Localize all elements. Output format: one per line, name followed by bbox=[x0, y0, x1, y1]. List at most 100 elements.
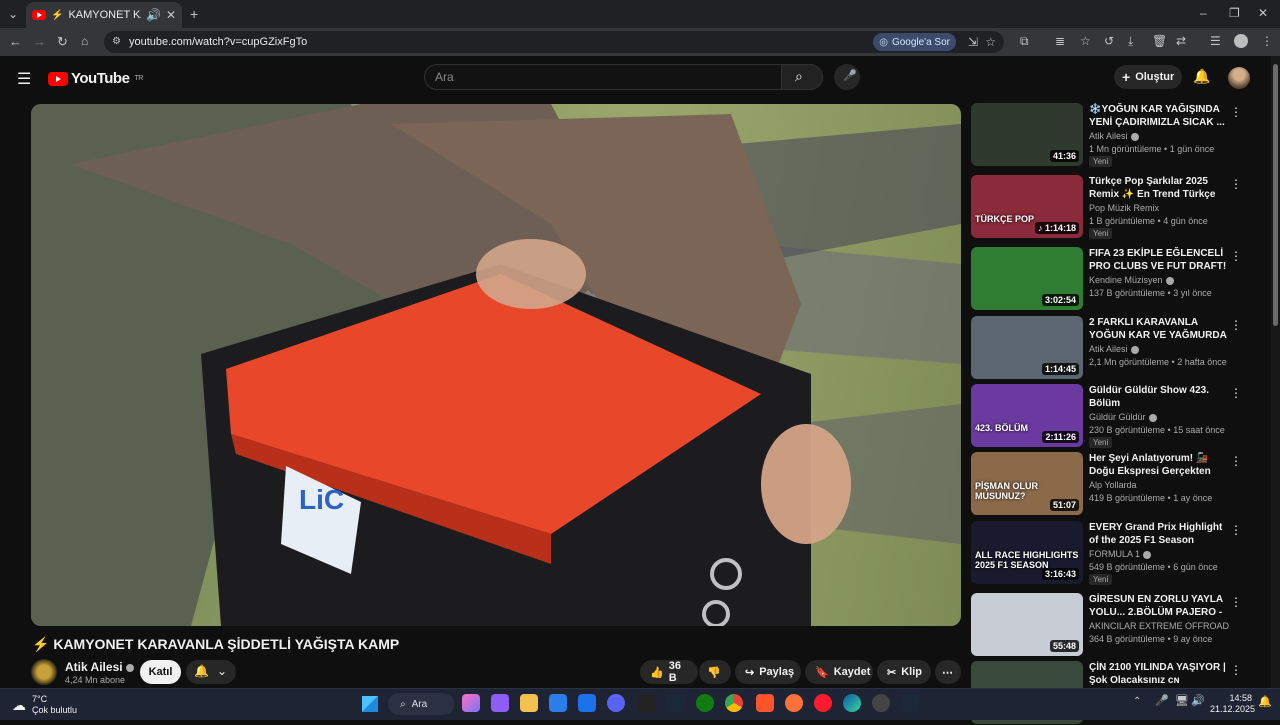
hamburger-menu-icon[interactable]: ☰ bbox=[17, 69, 31, 89]
recommendation-item[interactable]: 3:02:54 FIFA 23 EKİPLE EĞLENCELİ PRO CLUB… bbox=[971, 247, 1243, 311]
more-vertical-icon[interactable]: ⋮ bbox=[1230, 105, 1242, 119]
mail-icon[interactable] bbox=[578, 694, 596, 712]
window-close-icon[interactable]: ✕ bbox=[1258, 7, 1268, 19]
xbox-icon[interactable] bbox=[696, 694, 714, 712]
epic-games-icon[interactable] bbox=[638, 694, 656, 712]
like-button[interactable]: 👍 36 B bbox=[640, 660, 698, 684]
restore-icon[interactable]: ❐ bbox=[1229, 7, 1240, 19]
recommendation-title[interactable]: FIFA 23 EKİPLE EĞLENCELİ PRO CLUBS VE FU… bbox=[1089, 247, 1229, 273]
favorites-icon[interactable]: ☆ bbox=[1080, 35, 1091, 47]
notifications-bell-icon[interactable]: 🔔 bbox=[1193, 68, 1210, 85]
account-avatar[interactable] bbox=[1228, 67, 1250, 89]
video-thumbnail[interactable]: 3:02:54 bbox=[971, 247, 1083, 310]
new-tab-icon[interactable]: + bbox=[190, 7, 198, 21]
extensions-icon[interactable]: ⧉ bbox=[1020, 35, 1029, 47]
more-vertical-icon[interactable]: ⋮ bbox=[1230, 454, 1242, 468]
dislike-button[interactable]: 👎 bbox=[699, 660, 731, 684]
recommendation-channel[interactable]: Kendine Müzisyen bbox=[1089, 275, 1174, 285]
recommendation-title[interactable]: 2 FARKLI KARAVANLA YOĞUN KAR VE YAĞMURDA… bbox=[1089, 316, 1229, 342]
recommendation-channel[interactable]: AKINCILAR EXTREME OFFROAD bbox=[1089, 621, 1229, 631]
site-info-icon[interactable]: ⚙ bbox=[112, 37, 121, 47]
video-thumbnail[interactable]: PİŞMAN OLUR MUSUNUZ? 51:07 bbox=[971, 452, 1083, 515]
more-vertical-icon[interactable]: ⋮ bbox=[1230, 386, 1242, 400]
app-icon[interactable] bbox=[872, 694, 890, 712]
tab-close-icon[interactable]: ✕ bbox=[166, 9, 176, 21]
recommendation-title[interactable]: GİRESUN EN ZORLU YAYLA YOLU... 2.BÖLÜM P… bbox=[1089, 593, 1229, 619]
recommendation-title[interactable]: ❄️YOĞUN KAR YAĞIŞINDA YENİ ÇADIRIMIZLA S… bbox=[1089, 103, 1229, 129]
taskbar-clock[interactable]: 14:58 21.12.2025 bbox=[1210, 693, 1255, 715]
windows-start-icon[interactable] bbox=[362, 696, 378, 712]
recommendation-title[interactable]: EVERY Grand Prix Highlight of the 2025 F… bbox=[1089, 521, 1229, 547]
file-explorer-icon[interactable] bbox=[520, 694, 538, 712]
taskbar-search[interactable]: ⌕ Ara bbox=[388, 693, 454, 715]
minimize-icon[interactable]: – bbox=[1200, 7, 1207, 19]
recommendation-title[interactable]: Türkçe Pop Şarkılar 2025 Remix ✨ En Tren… bbox=[1089, 175, 1229, 201]
recommendation-channel[interactable]: Pop Müzik Remix bbox=[1089, 203, 1159, 213]
video-thumbnail[interactable]: 55:48 bbox=[971, 593, 1083, 656]
network-icon[interactable]: 🖥 bbox=[1175, 696, 1189, 707]
search-input[interactable]: Ara bbox=[424, 64, 782, 90]
recommendation-title[interactable]: Güldür Güldür Show 423. Bölüm bbox=[1089, 384, 1229, 410]
google-ask-button[interactable]: ◎ Google'a Sor bbox=[873, 33, 956, 51]
more-vertical-icon[interactable]: ⋮ bbox=[1230, 523, 1242, 537]
recommendation-item[interactable]: 41:36 ❄️YOĞUN KAR YAĞIŞINDA YENİ ÇADIRIMI… bbox=[971, 103, 1243, 167]
speaker-icon[interactable]: 🔊 bbox=[146, 9, 161, 21]
video-thumbnail[interactable]: 41:36 bbox=[971, 103, 1083, 166]
subscription-bell-button[interactable]: 🔔 ⌄ bbox=[186, 660, 236, 684]
volume-icon[interactable]: 🔊 bbox=[1191, 696, 1205, 707]
more-vertical-icon[interactable]: ⋮ bbox=[1230, 249, 1242, 263]
recommendation-item[interactable]: ALL RACE HIGHLIGHTS 2025 F1 SEASON 3:16:4… bbox=[971, 521, 1243, 585]
menu-dots-icon[interactable]: ⋮ bbox=[1261, 35, 1273, 47]
app-icon[interactable] bbox=[491, 694, 509, 712]
recommendation-item[interactable]: 1:14:45 2 FARKLI KARAVANLA YOĞUN KAR VE Y… bbox=[971, 316, 1243, 380]
channel-avatar[interactable] bbox=[31, 659, 57, 685]
video-thumbnail[interactable]: TÜRKÇE POP ♪ 1:14:18 bbox=[971, 175, 1083, 238]
translate-icon[interactable]: ⇄ bbox=[1176, 35, 1186, 47]
opera-icon[interactable] bbox=[814, 694, 832, 712]
profile-avatar[interactable] bbox=[1234, 34, 1248, 48]
bookmark-star-icon[interactable]: ☆ bbox=[985, 36, 996, 48]
voice-search-button[interactable]: 🎤 bbox=[834, 64, 860, 90]
address-bar[interactable]: ⚙ youtube.com/watch?v=cupGZixFgTo ◎ Goog… bbox=[104, 31, 1004, 53]
more-actions-button[interactable]: ⋯ bbox=[935, 660, 961, 684]
scrollbar-thumb[interactable] bbox=[1273, 64, 1278, 326]
back-icon[interactable]: ← bbox=[9, 35, 22, 48]
brave-icon[interactable] bbox=[756, 694, 774, 712]
forward-icon[interactable]: → bbox=[33, 35, 46, 48]
share-button[interactable]: ↪ Paylaş bbox=[735, 660, 801, 684]
youtube-logo[interactable]: YouTube TR bbox=[48, 70, 143, 87]
weather-widget[interactable]: ☁ 7°C Çok bulutlu bbox=[12, 694, 77, 716]
search-button[interactable]: ⌕ bbox=[781, 64, 823, 90]
download-icon[interactable]: ⤓ bbox=[1128, 35, 1133, 47]
tray-chevron-icon[interactable]: ⌃ bbox=[1133, 697, 1141, 707]
channel-name[interactable]: Atik Ailesi bbox=[65, 660, 134, 674]
recommendation-item[interactable]: 55:48 GİRESUN EN ZORLU YAYLA YOLU... 2.BÖ… bbox=[971, 593, 1243, 657]
recommendation-title[interactable]: ÇİN 2100 YILINDA YAŞIYOR | Şok Olacaksın… bbox=[1089, 661, 1229, 687]
recommendation-title[interactable]: Her Şeyi Anlatıyorum! 🚂 Doğu Ekspresi Ge… bbox=[1089, 452, 1229, 478]
recommendation-channel[interactable]: Güldür Güldür bbox=[1089, 412, 1157, 422]
history-icon[interactable]: ↺ bbox=[1104, 35, 1114, 47]
more-vertical-icon[interactable]: ⋮ bbox=[1230, 595, 1242, 609]
create-button[interactable]: + Oluştur bbox=[1114, 65, 1182, 89]
recommendation-item[interactable]: PİŞMAN OLUR MUSUNUZ? 51:07 Her Şeyi Anlatı… bbox=[971, 452, 1243, 516]
steam-icon[interactable] bbox=[901, 694, 919, 712]
home-icon[interactable]: ⌂ bbox=[81, 35, 88, 47]
copilot-icon[interactable] bbox=[462, 694, 480, 712]
more-vertical-icon[interactable]: ⋮ bbox=[1230, 663, 1242, 677]
clip-button[interactable]: ✂ Klip bbox=[877, 660, 931, 684]
reading-icon[interactable]: ≣ bbox=[1055, 35, 1065, 47]
edge-icon[interactable] bbox=[843, 694, 861, 712]
chrome-icon[interactable] bbox=[725, 694, 743, 712]
more-vertical-icon[interactable]: ⋮ bbox=[1230, 177, 1242, 191]
video-thumbnail[interactable]: 1:14:45 bbox=[971, 316, 1083, 379]
recommendation-channel[interactable]: Atik Ailesi bbox=[1089, 131, 1139, 141]
firefox-icon[interactable] bbox=[785, 694, 803, 712]
tab-search-chevron-icon[interactable]: ⌄ bbox=[8, 8, 18, 20]
recommendation-channel[interactable]: FORMULA 1 bbox=[1089, 549, 1152, 559]
microphone-icon[interactable]: 🎤 bbox=[1155, 696, 1169, 707]
trash-icon[interactable]: 🗑 bbox=[1152, 35, 1167, 47]
sidebar-icon[interactable]: ☰ bbox=[1210, 35, 1221, 47]
recommendation-item[interactable]: 423. BÖLÜM 2:11:26 Güldür Güldür Show 423.… bbox=[971, 384, 1243, 448]
notification-center-icon[interactable]: 🔔 bbox=[1258, 697, 1272, 708]
video-thumbnail[interactable]: ALL RACE HIGHLIGHTS 2025 F1 SEASON 3:16:4… bbox=[971, 521, 1083, 584]
